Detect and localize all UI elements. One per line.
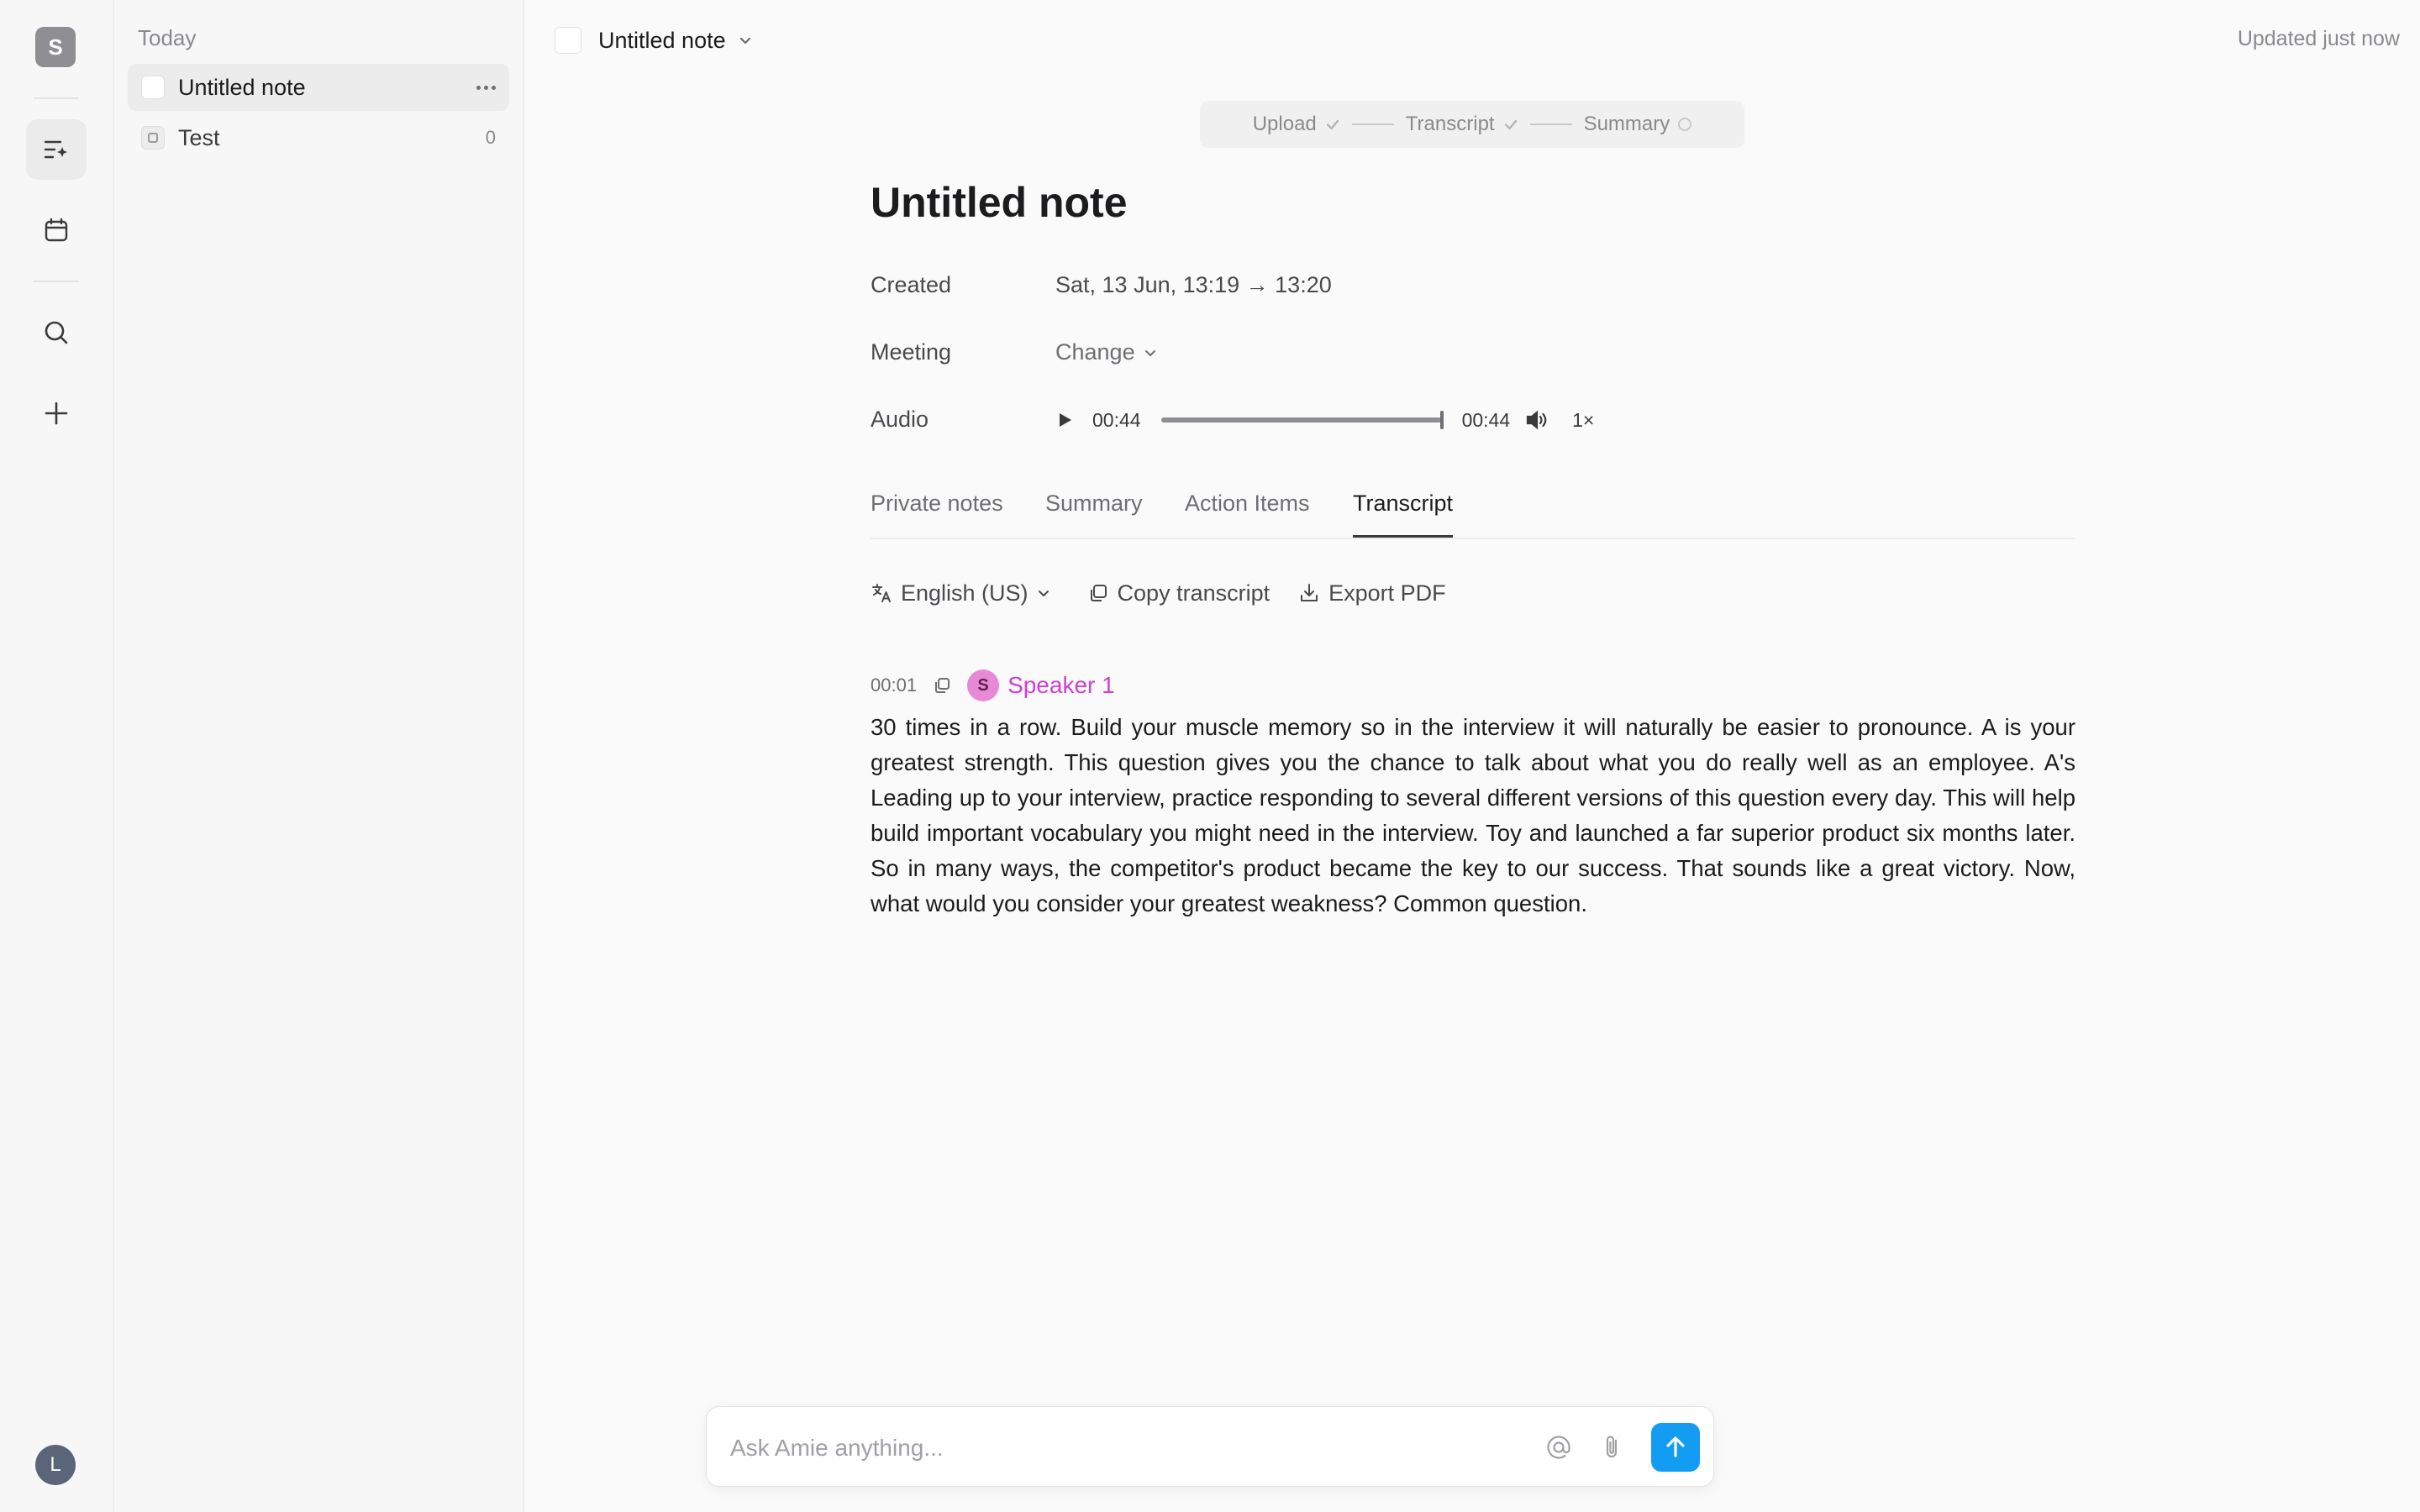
copy-transcript-button[interactable]: Copy transcript (1087, 580, 1270, 606)
chevron-down-icon (1037, 586, 1059, 600)
send-button[interactable] (1651, 1423, 1700, 1472)
copy-transcript-label: Copy transcript (1117, 580, 1270, 606)
notes-sidebar: Today Untitled note Test 0 (114, 0, 524, 1512)
workspace-avatar[interactable]: S (35, 27, 76, 67)
paperclip-icon[interactable] (1597, 1432, 1628, 1462)
user-avatar[interactable]: L (35, 1445, 76, 1485)
step-connector (1529, 123, 1572, 125)
copy-icon[interactable] (932, 675, 952, 696)
ask-input[interactable] (729, 1427, 1387, 1469)
playback-speed-button[interactable]: 1× (1572, 409, 1594, 432)
meeting-change-label: Change (1055, 339, 1135, 365)
rail-divider (34, 97, 79, 99)
audio-player: 00:44 00:44 1× (1055, 405, 1594, 435)
audio-scrubber-handle[interactable] (1439, 411, 1444, 429)
note-status-icon (141, 126, 165, 150)
header-title: Untitled note (598, 27, 726, 53)
tab-action-items[interactable]: Action Items (1185, 491, 1310, 538)
transcript-segment-header: 00:01 S Speaker 1 (871, 669, 1115, 702)
export-pdf-label: Export PDF (1328, 580, 1446, 606)
audio-scrubber[interactable] (1160, 411, 1444, 429)
meeting-change-button[interactable]: Change (1055, 339, 1157, 365)
sidebar-item-label: Test (178, 124, 220, 150)
segment-timestamp[interactable]: 00:01 (871, 675, 917, 696)
step-label: Summary (1583, 113, 1670, 135)
step-label: Upload (1252, 113, 1317, 135)
step-summary: Summary (1584, 113, 1692, 136)
mention-icon[interactable] (1544, 1432, 1574, 1462)
more-icon[interactable] (476, 85, 496, 90)
pending-icon (1678, 118, 1692, 131)
volume-icon[interactable] (1525, 409, 1550, 431)
chevron-down-icon (738, 33, 753, 48)
notes-button[interactable] (26, 119, 87, 180)
step-transcript: Transcript (1406, 113, 1518, 136)
arrow-up-icon (1662, 1434, 1689, 1461)
audio-duration: 00:44 (1461, 408, 1511, 431)
language-select[interactable]: English (US) (871, 580, 1059, 606)
check-icon (1325, 117, 1340, 132)
created-value: Sat, 13 Jun, 13:19 → 13:20 (1055, 272, 1332, 297)
calendar-button[interactable] (26, 200, 87, 260)
transcript-toolbar: English (US) Copy transcript Export PDF (871, 576, 1475, 610)
speaker-avatar: S (967, 669, 1000, 701)
new-note-button[interactable] (26, 383, 87, 444)
app-rail: S L (0, 0, 114, 1512)
sidebar-group-label: Today (138, 25, 197, 50)
processing-stepper: Upload Transcript Summary (1200, 101, 1744, 148)
sidebar-item-count: 0 (485, 127, 496, 148)
note-checkbox[interactable] (141, 76, 165, 99)
search-icon (42, 318, 71, 347)
ask-bar (706, 1406, 1714, 1487)
tab-private-notes[interactable]: Private notes (871, 491, 1003, 538)
audio-progress (1160, 417, 1442, 423)
updated-status: Updated just now (2237, 27, 2400, 50)
note-tabs: Private notes Summary Action Items Trans… (871, 486, 2075, 539)
sidebar-item-untitled-note[interactable]: Untitled note (128, 64, 509, 111)
play-icon[interactable] (1055, 411, 1074, 429)
audio-current-time: 00:44 (1092, 408, 1141, 431)
export-pdf-button[interactable]: Export PDF (1298, 580, 1446, 606)
search-button[interactable] (26, 302, 87, 363)
notes-icon (42, 135, 71, 164)
audio-label: Audio (871, 407, 929, 432)
note-checkbox[interactable] (555, 27, 581, 54)
speaker-name[interactable]: Speaker 1 (1007, 672, 1115, 699)
sidebar-item-test[interactable]: Test 0 (128, 114, 509, 161)
meeting-label: Meeting (871, 339, 952, 365)
step-upload: Upload (1253, 113, 1340, 136)
chevron-down-icon (1144, 346, 1157, 360)
tab-summary[interactable]: Summary (1045, 491, 1143, 538)
step-label: Transcript (1405, 113, 1495, 135)
rail-divider (34, 281, 79, 282)
tab-transcript[interactable]: Transcript (1353, 491, 1454, 538)
language-label: English (US) (901, 580, 1028, 606)
step-connector (1351, 123, 1394, 125)
calendar-icon (42, 216, 71, 244)
copy-icon (1087, 582, 1118, 604)
created-label: Created (871, 272, 952, 297)
plus-icon (42, 399, 71, 428)
transcript-segment-text: 30 times in a row. Build your muscle mem… (871, 714, 2075, 916)
sidebar-item-label: Untitled note (178, 74, 306, 100)
translate-icon (871, 582, 901, 604)
check-icon (1503, 117, 1518, 132)
page-title[interactable]: Untitled note (871, 178, 1128, 227)
download-icon (1298, 582, 1328, 604)
note-title-dropdown[interactable]: Untitled note (555, 24, 753, 57)
